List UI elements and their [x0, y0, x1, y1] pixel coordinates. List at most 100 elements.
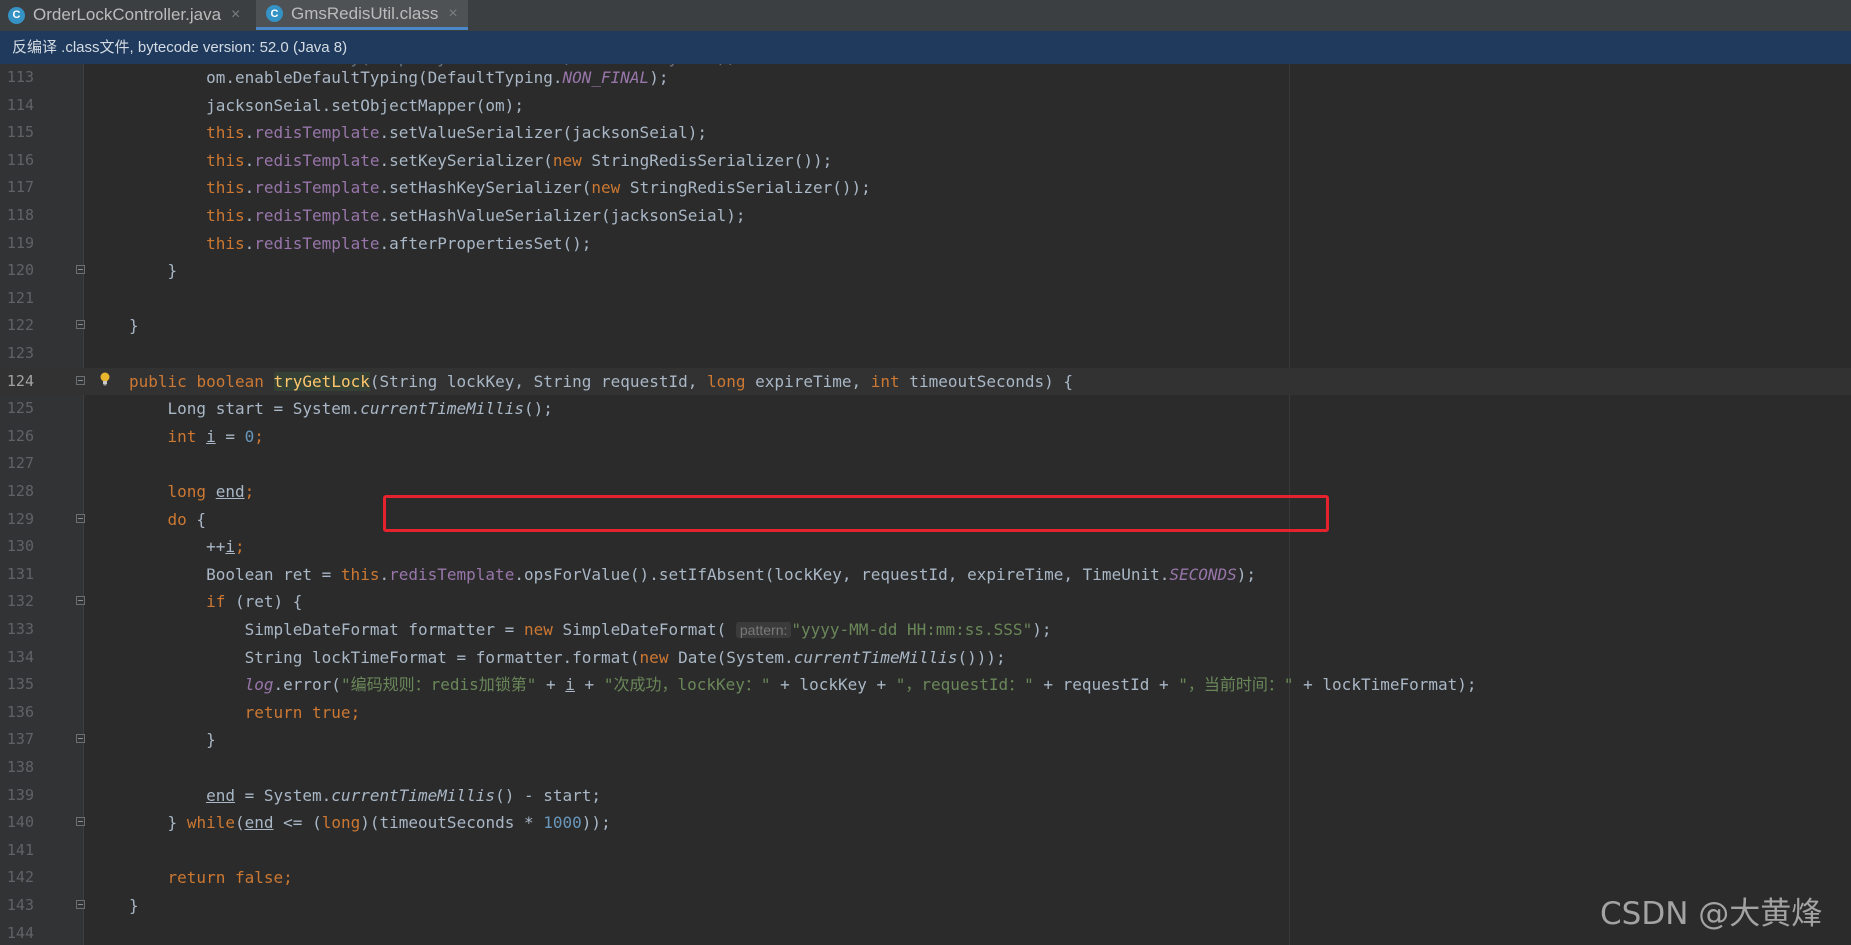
code-text: jacksonSeial.setObjectMapper(om);	[206, 95, 524, 115]
line-number: 124	[6, 371, 34, 390]
fold-marker-icon[interactable]	[76, 513, 85, 523]
fold-marker-icon[interactable]	[76, 375, 85, 385]
code-text: end = System.currentTimeMillis() - start…	[206, 785, 602, 805]
code-line: 127	[0, 450, 1851, 478]
fold-marker-icon[interactable]	[76, 900, 85, 909]
fold-marker-icon[interactable]	[76, 817, 85, 827]
line-number: 141	[6, 840, 34, 859]
code-text: } while(end <= (long)(timeoutSeconds * 1…	[167, 813, 611, 833]
line-number: 142	[6, 868, 34, 887]
decompiler-banner: 反编译 .class文件, bytecode version: 52.0 (Ja…	[0, 31, 1851, 64]
code-line: 126 int i = 0;	[0, 423, 1851, 451]
code-text: String lockTimeFormat = formatter.format…	[244, 647, 1006, 667]
tab-gms-redis-util[interactable]: C GmsRedisUtil.class ×	[256, 0, 468, 30]
code-line: 139 end = System.currentTimeMillis() - s…	[0, 782, 1851, 810]
close-icon[interactable]: ×	[231, 6, 240, 24]
code-text: log.error("编码规则：redis加锁第" + i + "次成功，loc…	[244, 675, 1477, 695]
code-line: 138	[0, 754, 1851, 782]
code-line: 123	[0, 340, 1851, 368]
line-number: 133	[6, 620, 34, 638]
line-number: 139	[6, 785, 34, 804]
code-line: 114 jacksonSeial.setObjectMapper(om);	[0, 92, 1851, 120]
code-text: if (ret) {	[206, 592, 303, 612]
editor-tab-bar: C OrderLockController.java × C GmsRedisU…	[0, 0, 1851, 32]
code-line: 143 }	[0, 892, 1851, 920]
fold-marker-icon[interactable]	[76, 320, 85, 330]
code-text: this.redisTemplate.setKeySerializer(new …	[206, 150, 833, 170]
code-line: 117 this.redisTemplate.setHashKeySeriali…	[0, 174, 1851, 202]
line-number: 136	[6, 702, 34, 721]
code-text: return false;	[167, 868, 293, 888]
watermark: CSDN @大黄烽	[1600, 896, 1823, 932]
code-text: }	[129, 316, 139, 336]
fold-marker-icon[interactable]	[76, 734, 85, 744]
code-text: this.redisTemplate.setHashKeySerializer(…	[206, 178, 871, 198]
line-number: 119	[6, 233, 34, 252]
code-line: 115 this.redisTemplate.setValueSerialize…	[0, 119, 1851, 147]
line-number: 123	[6, 344, 34, 362]
code-text: this.redisTemplate.setValueSerializer(ja…	[206, 123, 707, 143]
line-number: 113	[6, 68, 34, 86]
line-number: 126	[6, 426, 34, 445]
code-line: 125 Long start = System.currentTimeMilli…	[0, 395, 1851, 423]
code-line: 132 if (ret) {	[0, 588, 1851, 616]
code-text: }	[167, 261, 178, 281]
code-text: return true;	[244, 702, 361, 722]
tab-order-lock-controller[interactable]: C OrderLockController.java ×	[8, 0, 245, 30]
code-line: 119 this.redisTemplate.afterPropertiesSe…	[0, 230, 1851, 258]
line-number: 130	[6, 537, 34, 556]
line-number: 118	[6, 206, 34, 224]
line-number: 127	[6, 454, 34, 473]
code-text: int i = 0;	[167, 426, 264, 446]
code-line: 133 SimpleDateFormat formatter = new Sim…	[0, 616, 1851, 644]
code-line: 116 this.redisTemplate.setKeySerializer(…	[0, 147, 1851, 175]
line-number: 115	[6, 123, 34, 142]
code-line: 120 }	[0, 257, 1851, 285]
code-line: 136 return true;	[0, 699, 1851, 727]
code-text: do {	[167, 509, 207, 529]
line-number: 125	[6, 399, 34, 418]
line-number: 120	[6, 261, 34, 280]
code-text: public boolean tryGetLock(String lockKey…	[129, 371, 1074, 391]
line-number: 132	[6, 592, 34, 611]
line-number: 117	[6, 178, 34, 197]
line-number: 116	[6, 150, 34, 169]
tab-label: GmsRedisUtil.class	[291, 3, 439, 23]
code-line: 131 Boolean ret = this.redisTemplate.ops…	[0, 561, 1851, 589]
line-number: 134	[6, 647, 34, 666]
code-text: om.enableDefaultTyping(DefaultTyping.NON…	[206, 68, 669, 87]
code-text: this.redisTemplate.setHashValueSerialize…	[206, 206, 746, 225]
fold-marker-icon[interactable]	[76, 265, 85, 275]
code-text: SimpleDateFormat formatter = new SimpleD…	[244, 620, 1052, 639]
parameter-hint: pattern:	[735, 622, 792, 638]
code-text: ++i;	[206, 537, 245, 557]
code-line: 118 this.redisTemplate.setHashValueSeria…	[0, 202, 1851, 230]
code-line: 140 } while(end <= (long)(timeoutSeconds…	[0, 809, 1851, 837]
line-number: 131	[6, 564, 34, 583]
line-number: 144	[6, 923, 34, 942]
tab-label: OrderLockController.java	[33, 5, 222, 24]
line-number: 140	[6, 813, 34, 832]
code-line: 135 log.error("编码规则：redis加锁第" + i + "次成功…	[0, 671, 1851, 699]
code-line: 134 String lockTimeFormat = formatter.fo…	[0, 644, 1851, 672]
line-number: 137	[6, 730, 34, 749]
line-number: 122	[6, 316, 34, 335]
code-line: 130 ++i;	[0, 533, 1851, 561]
code-text: Boolean ret = this.redisTemplate.opsForV…	[206, 564, 1257, 584]
line-number: 114	[6, 95, 34, 114]
class-c-icon: C	[266, 5, 283, 22]
code-text: }	[129, 896, 139, 915]
close-icon[interactable]: ×	[448, 5, 457, 23]
code-line: 142 return false;	[0, 864, 1851, 892]
code-line: 141	[0, 837, 1851, 865]
red-highlight-box	[383, 495, 1329, 532]
code-line: 121	[0, 285, 1851, 313]
code-line: 113 om.enableDefaultTyping(DefaultTyping…	[0, 64, 1851, 92]
line-number: 129	[6, 509, 34, 528]
line-number: 138	[6, 758, 34, 776]
lightbulb-icon[interactable]	[99, 372, 111, 386]
code-text: Long start = System.currentTimeMillis();	[167, 399, 553, 419]
code-line-current: 124 public boolean tryGetLock(String loc…	[0, 367, 1851, 396]
line-number: 121	[6, 288, 34, 307]
fold-marker-icon[interactable]	[76, 596, 85, 606]
